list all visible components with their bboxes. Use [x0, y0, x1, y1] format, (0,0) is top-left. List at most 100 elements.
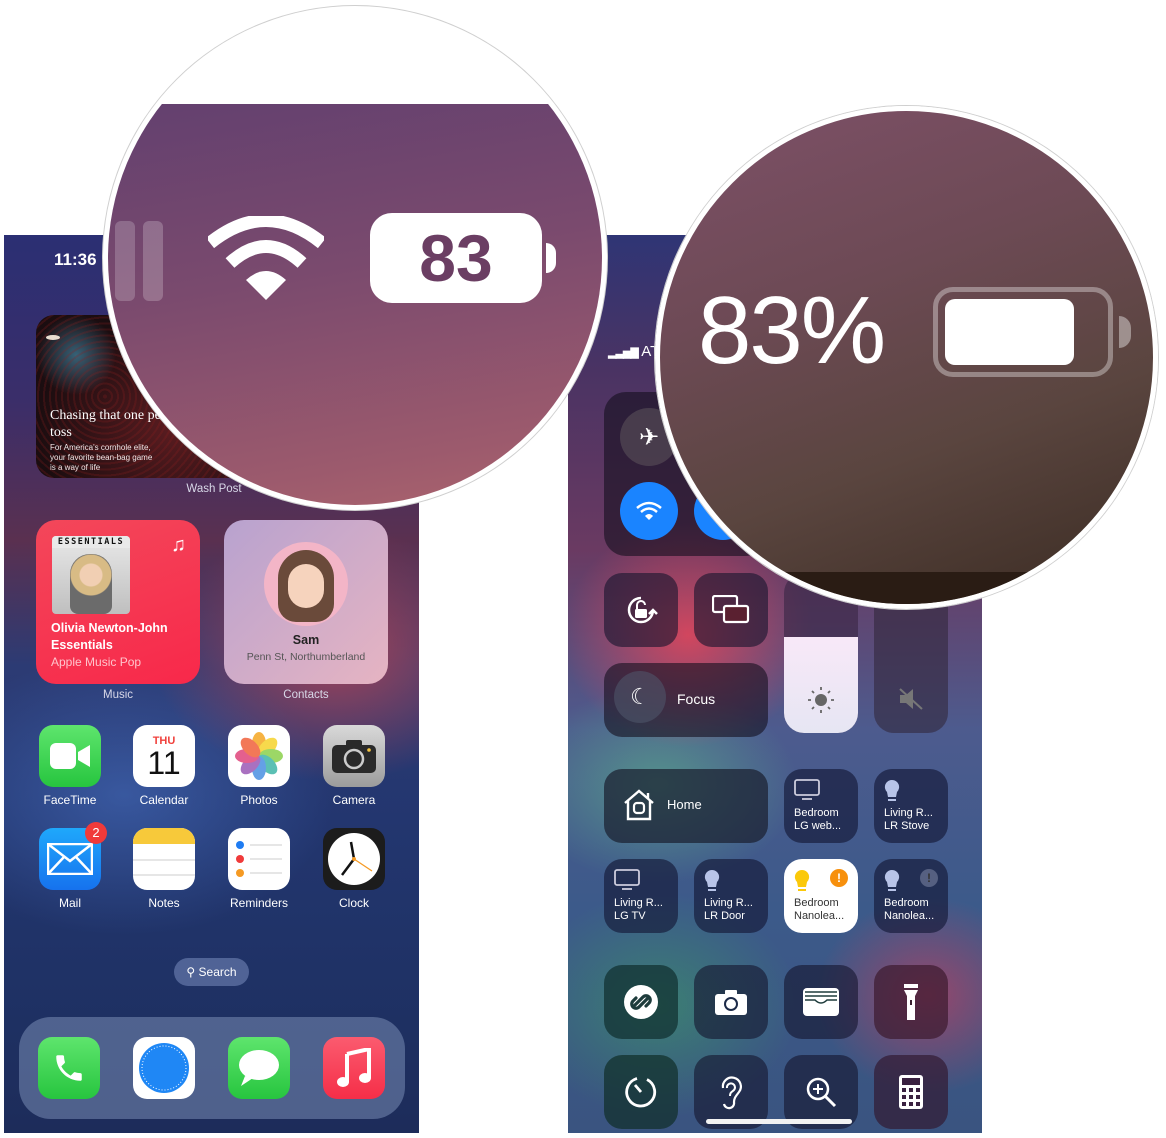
battery-tip: [1119, 316, 1131, 348]
dock: [19, 1017, 405, 1119]
focus-label: Focus: [677, 691, 716, 707]
search-icon: ⚲: [186, 965, 196, 979]
lightbulb-icon: [704, 869, 720, 891]
dock-messages[interactable]: [227, 1037, 291, 1099]
accessory-bedroom-nanoleaf-2[interactable]: ! Bedroom Nanolea...: [874, 859, 948, 933]
photos-icon: [228, 725, 290, 787]
clock-icon: [323, 828, 385, 890]
contact-name: Sam: [292, 633, 320, 647]
cellular-signal-icon: ▂▃▅▇: [608, 347, 639, 359]
dock-phone[interactable]: [37, 1037, 101, 1099]
app-label: FaceTime: [43, 793, 97, 807]
camera-icon: [323, 725, 385, 787]
notes-icon: [133, 828, 195, 890]
magnifier-button[interactable]: [784, 1055, 858, 1129]
cellular-signal-icon: [115, 221, 135, 301]
music-icon: [323, 1037, 385, 1099]
app-clock[interactable]: Clock: [322, 828, 386, 910]
hearing-icon: [721, 1076, 742, 1110]
music-subtitle: Apple Music Pop: [51, 655, 142, 669]
mail-badge: 2: [85, 822, 107, 844]
album-photo: [70, 554, 112, 614]
battery-icon: 83: [370, 213, 542, 303]
moon-icon: ☾: [614, 671, 666, 723]
facetime-icon: [39, 725, 101, 787]
search-label: Search: [198, 965, 237, 979]
battery-level: 83: [419, 221, 493, 295]
timer-button[interactable]: [604, 1055, 678, 1129]
wifi-toggle[interactable]: [620, 482, 678, 540]
magnifier-battery-percent: 83%: [655, 106, 1158, 609]
airplane-icon: ✈: [638, 423, 660, 451]
phone-icon: [38, 1037, 100, 1099]
music-widget-label: Music: [102, 689, 134, 701]
calculator-button[interactable]: [874, 1055, 948, 1129]
app-label: Camera: [332, 793, 376, 807]
shazam-button[interactable]: [604, 965, 678, 1039]
contacts-widget[interactable]: Sam Penn St, Northumberland: [224, 520, 388, 684]
home-icon: [624, 789, 654, 821]
accessory-bedroom-nanoleaf-1[interactable]: ! Bedroom Nanolea...: [784, 859, 858, 933]
accessory-lr-stove[interactable]: Living R... LR Stove: [874, 769, 948, 843]
mail-icon: 2: [39, 822, 107, 890]
battery-fill: [945, 299, 1074, 365]
app-label: Photos: [240, 793, 278, 807]
calculator-icon: [899, 1075, 923, 1109]
calendar-day: 11: [147, 745, 181, 781]
flashlight-button[interactable]: [874, 965, 948, 1039]
alert-icon: !: [830, 869, 848, 887]
wifi-icon: [636, 501, 662, 520]
orientation-lock-icon: [627, 596, 658, 624]
music-title: Olivia Newton-John Essentials: [51, 621, 168, 652]
cellular-signal-bar: [143, 221, 163, 301]
lightbulb-on-icon: [794, 869, 810, 891]
search-button[interactable]: ⚲ Search: [174, 958, 249, 986]
accessory-lr-lg-tv[interactable]: Living R... LG TV: [604, 859, 678, 933]
contact-address: Penn St, Northumberland: [246, 651, 366, 663]
battery-outline-icon: [933, 287, 1113, 377]
app-facetime[interactable]: FaceTime: [38, 725, 102, 807]
home-label: Home: [667, 797, 702, 812]
app-label: Mail: [58, 896, 81, 910]
safari-icon: [133, 1037, 195, 1099]
home-button[interactable]: Home: [604, 769, 768, 843]
brightness-icon: [808, 687, 834, 713]
accessory-lr-door[interactable]: Living R... LR Door: [694, 859, 768, 933]
lightbulb-icon: [884, 779, 900, 801]
messages-icon: [228, 1037, 290, 1099]
focus-button[interactable]: ☾ Focus: [604, 663, 768, 737]
app-notes[interactable]: Notes: [132, 828, 196, 910]
album-badge: ESSENTIALS: [52, 536, 130, 548]
battery-percent-text: 83%: [698, 277, 886, 384]
magnifier-status-bar: 83: [103, 6, 607, 510]
app-label: Reminders: [229, 896, 289, 910]
wallet-button[interactable]: [784, 965, 858, 1039]
hearing-button[interactable]: [694, 1055, 768, 1129]
home-indicator[interactable]: [706, 1119, 852, 1124]
app-photos[interactable]: Photos: [227, 725, 291, 807]
reminders-icon: [228, 828, 290, 890]
camera-icon: [715, 990, 747, 1015]
dock-music[interactable]: [322, 1037, 386, 1099]
dock-safari[interactable]: [132, 1037, 196, 1099]
magnifier-icon: [806, 1077, 837, 1108]
tv-icon: [794, 779, 820, 800]
app-label: Calendar: [139, 793, 189, 807]
alert-icon: !: [920, 869, 938, 887]
album-art: ESSENTIALS: [52, 536, 130, 614]
music-note-icon: ♫: [171, 534, 186, 556]
app-calendar[interactable]: THU 11 Calendar: [132, 725, 196, 807]
calendar-icon: THU 11: [133, 725, 195, 787]
app-label: Notes: [148, 896, 180, 910]
app-reminders[interactable]: Reminders: [227, 828, 291, 910]
flashlight-icon: [904, 984, 918, 1020]
wallet-icon: [803, 988, 839, 1016]
app-mail[interactable]: 2 Mail: [38, 822, 107, 910]
accessory-bedroom-lg-tv[interactable]: Bedroom LG web...: [784, 769, 858, 843]
camera-button[interactable]: [694, 965, 768, 1039]
carrier-status: ▂▃▅▇ AT: [608, 343, 659, 360]
app-label: Clock: [338, 896, 369, 910]
music-widget[interactable]: ESSENTIALS ♫ Olivia Newton-John Essentia…: [36, 520, 200, 684]
app-camera[interactable]: Camera: [322, 725, 386, 807]
wifi-icon: [208, 216, 324, 300]
